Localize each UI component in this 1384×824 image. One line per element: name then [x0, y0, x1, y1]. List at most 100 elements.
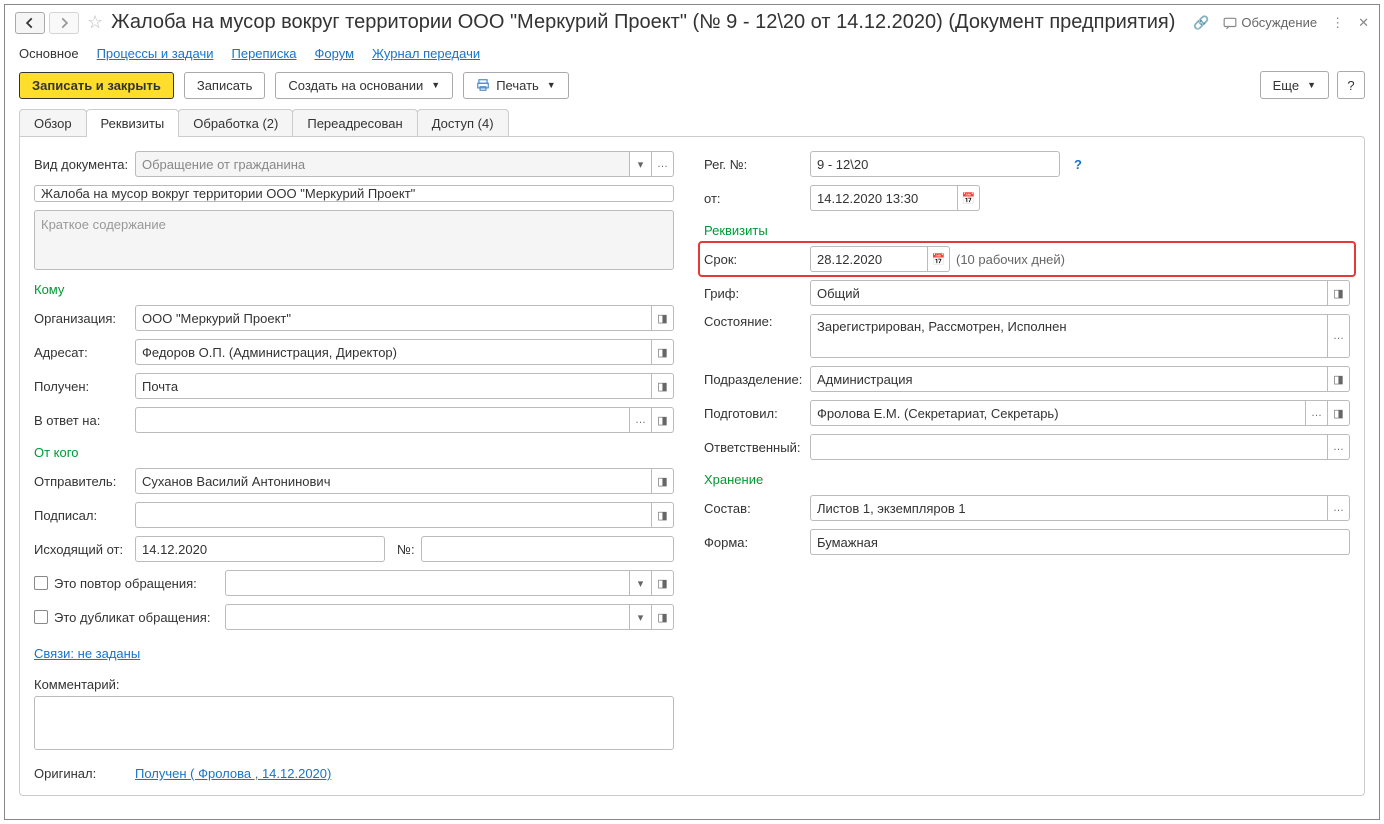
grif-input[interactable]: Общий — [810, 280, 1328, 306]
ellipsis-icon[interactable]: … — [1328, 314, 1350, 358]
sub-tab-requisites[interactable]: Реквизиты — [86, 109, 180, 137]
titlebar: ☆ Жалоба на мусор вокруг территории ООО … — [5, 5, 1379, 38]
reply-to-label: В ответ на: — [34, 413, 129, 428]
duplicate-checkbox[interactable] — [34, 610, 48, 624]
close-button[interactable]: ✕ — [1358, 15, 1369, 31]
dropdown-icon[interactable]: ▾ — [630, 570, 652, 596]
deadline-highlight: Срок: 28.12.2020 📅 (10 рабочих дней) — [698, 241, 1356, 277]
nav-back-button[interactable] — [15, 12, 45, 34]
reply-to-input[interactable] — [135, 407, 630, 433]
main-tabs: Основное Процессы и задачи Переписка Фор… — [5, 38, 1379, 71]
original-link[interactable]: Получен ( Фролова , 14.12.2020) — [135, 766, 331, 781]
form-label: Форма: — [704, 535, 804, 550]
link-icon[interactable]: 🔗 — [1193, 15, 1209, 31]
main-tab-processes[interactable]: Процессы и задачи — [97, 46, 214, 61]
open-icon[interactable]: ◨ — [1328, 280, 1350, 306]
dept-label: Подразделение: — [704, 372, 804, 387]
open-icon[interactable]: ◨ — [1328, 366, 1350, 392]
main-tab-journal[interactable]: Журнал передачи — [372, 46, 480, 61]
dept-input[interactable]: Администрация — [810, 366, 1328, 392]
received-input[interactable]: Почта — [135, 373, 652, 399]
outgoing-no-label: №: — [397, 542, 415, 557]
open-icon[interactable]: ◨ — [652, 339, 674, 365]
reg-no-input[interactable]: 9 - 12\20 — [810, 151, 1060, 177]
favorite-star-icon[interactable]: ☆ — [87, 12, 103, 33]
discuss-label: Обсуждение — [1241, 15, 1317, 30]
main-tab-forum[interactable]: Форум — [315, 46, 355, 61]
from-section-title: От кого — [34, 445, 674, 460]
create-based-button[interactable]: Создать на основании▼ — [275, 72, 453, 99]
dropdown-icon[interactable]: ▾ — [630, 151, 652, 177]
sender-label: Отправитель: — [34, 474, 129, 489]
more-label: Еще — [1273, 78, 1299, 93]
to-section-title: Кому — [34, 282, 674, 297]
open-icon[interactable]: ◨ — [652, 468, 674, 494]
save-button[interactable]: Записать — [184, 72, 266, 99]
title-actions: 🔗 Обсуждение ⋮ ✕ — [1193, 15, 1369, 31]
sub-tab-overview[interactable]: Обзор — [19, 109, 87, 137]
ellipsis-icon[interactable]: … — [1328, 495, 1350, 521]
duplicate-ref-input[interactable] — [225, 604, 630, 630]
prepared-input[interactable]: Фролова Е.М. (Секретариат, Секретарь) — [810, 400, 1306, 426]
state-input[interactable]: Зарегистрирован, Рассмотрен, Исполнен — [810, 314, 1328, 358]
outgoing-no-input[interactable] — [421, 536, 674, 562]
more-button[interactable]: Еще▼ — [1260, 71, 1329, 99]
from-date-input[interactable]: 14.12.2020 13:30 — [810, 185, 958, 211]
window-title: Жалоба на мусор вокруг территории ООО "М… — [111, 11, 1185, 34]
sender-input[interactable]: Суханов Василий Антонинович — [135, 468, 652, 494]
open-icon[interactable]: ◨ — [652, 502, 674, 528]
deadline-input[interactable]: 28.12.2020 — [810, 246, 928, 272]
comment-textarea[interactable] — [34, 696, 674, 750]
signed-input[interactable] — [135, 502, 652, 528]
discuss-button[interactable]: Обсуждение — [1223, 15, 1317, 30]
ellipsis-icon[interactable]: … — [630, 407, 652, 433]
ellipsis-icon[interactable]: … — [1306, 400, 1328, 426]
create-based-label: Создать на основании — [288, 78, 423, 93]
left-column: Вид документа: Обращение от гражданина ▾… — [34, 151, 674, 781]
main-tab-main[interactable]: Основное — [19, 46, 79, 61]
subject-input[interactable]: Жалоба на мусор вокруг территории ООО "М… — [34, 185, 674, 202]
responsible-input[interactable] — [810, 434, 1328, 460]
open-icon[interactable]: ◨ — [652, 570, 674, 596]
document-window: ☆ Жалоба на мусор вокруг территории ООО … — [4, 4, 1380, 820]
original-label: Оригинал: — [34, 766, 129, 781]
print-icon — [476, 78, 490, 92]
sub-tab-processing[interactable]: Обработка (2) — [178, 109, 293, 137]
reg-no-label: Рег. №: — [704, 157, 804, 172]
repeat-checkbox[interactable] — [34, 576, 48, 590]
print-button[interactable]: Печать▼ — [463, 72, 569, 99]
org-label: Организация: — [34, 311, 129, 326]
composition-input[interactable]: Листов 1, экземпляров 1 — [810, 495, 1328, 521]
save-close-button[interactable]: Записать и закрыть — [19, 72, 174, 99]
responsible-label: Ответственный: — [704, 440, 804, 455]
help-icon[interactable]: ? — [1074, 157, 1082, 172]
open-icon[interactable]: ◨ — [652, 373, 674, 399]
open-icon[interactable]: ◨ — [1328, 400, 1350, 426]
kebab-menu-icon[interactable]: ⋮ — [1331, 15, 1344, 31]
calendar-icon[interactable]: 📅 — [928, 246, 950, 272]
arrow-left-icon — [23, 16, 37, 30]
open-icon[interactable]: ◨ — [652, 407, 674, 433]
repeat-ref-input[interactable] — [225, 570, 630, 596]
main-tab-correspondence[interactable]: Переписка — [232, 46, 297, 61]
addressee-input[interactable]: Федоров О.П. (Администрация, Директор) — [135, 339, 652, 365]
summary-textarea[interactable]: Краткое содержание — [34, 210, 674, 270]
doc-type-value: Обращение от гражданина — [135, 151, 630, 177]
links-link[interactable]: Связи: не заданы — [34, 646, 140, 661]
form-input[interactable]: Бумажная — [810, 529, 1350, 555]
sub-tab-forwarded[interactable]: Переадресован — [292, 109, 417, 137]
calendar-icon[interactable]: 📅 — [958, 185, 980, 211]
open-icon[interactable]: ◨ — [652, 305, 674, 331]
nav-forward-button[interactable] — [49, 12, 79, 34]
arrow-right-icon — [57, 16, 71, 30]
ellipsis-icon[interactable]: … — [652, 151, 674, 177]
comment-label: Комментарий: — [34, 677, 120, 692]
addressee-label: Адресат: — [34, 345, 129, 360]
open-icon[interactable]: ◨ — [652, 604, 674, 630]
outgoing-date-input[interactable]: 14.12.2020 — [135, 536, 385, 562]
dropdown-icon[interactable]: ▾ — [630, 604, 652, 630]
sub-tab-access[interactable]: Доступ (4) — [417, 109, 509, 137]
help-button[interactable]: ? — [1337, 71, 1365, 99]
org-input[interactable]: ООО "Меркурий Проект" — [135, 305, 652, 331]
ellipsis-icon[interactable]: … — [1328, 434, 1350, 460]
